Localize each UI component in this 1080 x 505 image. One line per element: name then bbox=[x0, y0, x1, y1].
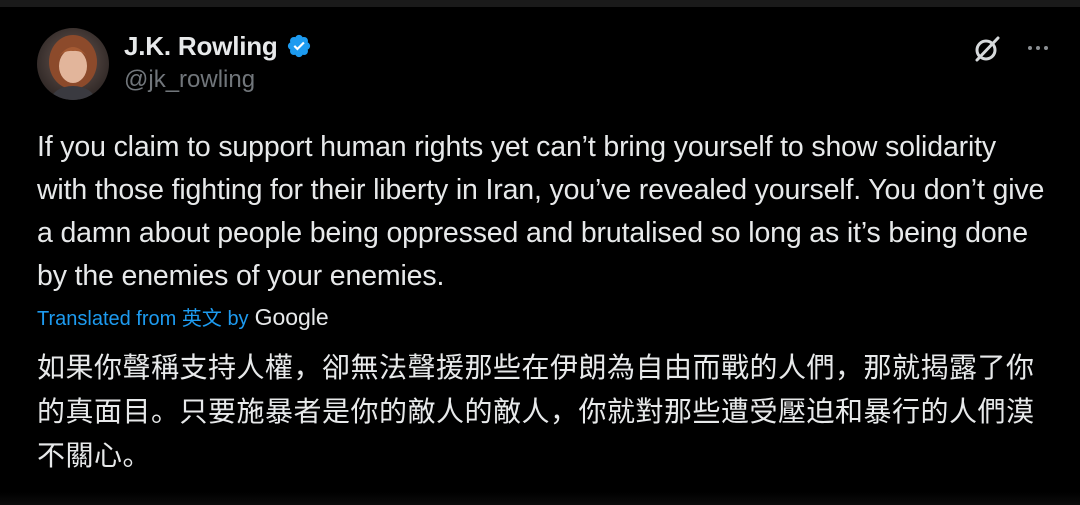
avatar-image bbox=[37, 28, 109, 100]
translation-provider: Google bbox=[254, 304, 329, 330]
author-display-name[interactable]: J.K. Rowling bbox=[124, 31, 278, 62]
translated-by-label: by bbox=[227, 308, 249, 330]
translated-from-label: Translated from bbox=[37, 308, 177, 330]
translated-tweet-text: 如果你聲稱支持人權，卻無法聲援那些在伊朗為自由而戰的人們，那就揭露了你的真面目。… bbox=[37, 351, 1035, 472]
avatar[interactable] bbox=[37, 28, 109, 100]
tweet-text: If you claim to support human rights yet… bbox=[37, 131, 1045, 292]
author-name-row[interactable]: J.K. Rowling bbox=[124, 30, 312, 62]
grok-icon[interactable] bbox=[972, 34, 1002, 64]
more-dots-icon bbox=[1028, 46, 1048, 50]
translation-attribution[interactable]: Translated from 英文 by Google bbox=[37, 302, 329, 331]
bottom-edge bbox=[0, 492, 1080, 505]
top-edge bbox=[0, 0, 1080, 7]
author-handle[interactable]: @jk_rowling bbox=[124, 66, 255, 94]
verified-badge-icon bbox=[287, 34, 310, 58]
source-language: 英文 bbox=[181, 308, 222, 330]
more-options-icon[interactable] bbox=[1024, 34, 1052, 62]
